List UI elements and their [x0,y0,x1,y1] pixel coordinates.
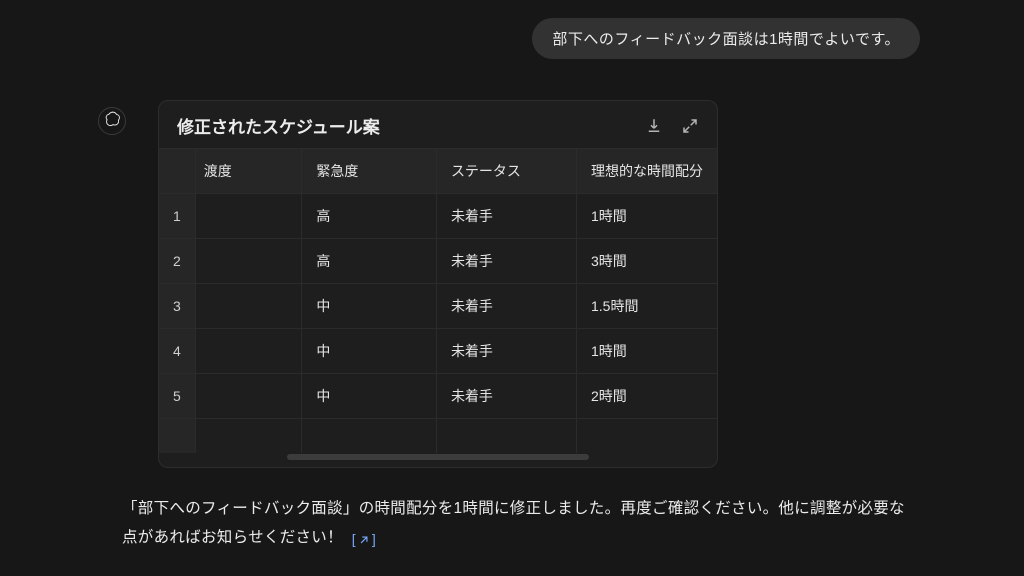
schedule-panel: 修正されたスケジュール案 渡度 緊急度 ステータス 理想的 [158,100,718,468]
col-header: ステータス [436,149,576,194]
assistant-followup-text: 「部下へのフィードバック面談」の時間配分を1時間に修正しました。再度ご確認くださ… [122,500,905,546]
row-number: 3 [159,284,195,329]
cell: 1.5時間 [577,284,718,329]
cell: 中 [302,284,437,329]
cell [195,374,302,419]
assistant-followup: 「部下へのフィードバック面談」の時間配分を1時間に修正しました。再度ご確認くださ… [122,494,912,553]
col-header: 渡度 [195,149,302,194]
schedule-table: 渡度 緊急度 ステータス 理想的な時間配分 1 高 未着手 1時間 [159,148,717,467]
cell: 高 [302,239,437,284]
cell: 1時間 [577,329,718,374]
cell: 2時間 [577,374,718,419]
table-row: 3 中 未着手 1.5時間 [159,284,717,329]
horizontal-scrollbar[interactable] [159,453,717,467]
row-number: 4 [159,329,195,374]
download-icon[interactable] [645,117,663,135]
panel-title: 修正されたスケジュール案 [177,113,380,138]
cell [302,419,437,453]
cell: 未着手 [436,194,576,239]
cell [436,419,576,453]
cell: 未着手 [436,329,576,374]
cell: 1時間 [577,194,718,239]
assistant-avatar [98,107,126,135]
cell: 未着手 [436,239,576,284]
sources-chip[interactable]: [] [348,526,377,553]
cell: 中 [302,374,437,419]
col-header: 理想的な時間配分 [577,149,718,194]
user-message-bubble: 部下へのフィードバック面談は1時間でよいです。 [532,18,920,59]
row-number: 1 [159,194,195,239]
table-row: 1 高 未着手 1時間 [159,194,717,239]
cell: 高 [302,194,437,239]
scrollbar-thumb[interactable] [287,454,589,460]
table-header-row: 渡度 緊急度 ステータス 理想的な時間配分 [159,149,717,194]
table-corner [159,149,195,194]
table-row: 2 高 未着手 3時間 [159,239,717,284]
row-number: 5 [159,374,195,419]
table-row: 5 中 未着手 2時間 [159,374,717,419]
col-header: 緊急度 [302,149,437,194]
cell [195,239,302,284]
cell: 中 [302,329,437,374]
cell [195,419,302,453]
user-message-text: 部下へのフィードバック面談は1時間でよいです。 [552,31,900,48]
cell: 未着手 [436,374,576,419]
cell: 3時間 [577,239,718,284]
cell: 未着手 [436,284,576,329]
cell [195,194,302,239]
expand-icon[interactable] [681,117,699,135]
cell [195,284,302,329]
cell [577,419,718,453]
row-number [159,419,195,453]
table-row-empty [159,419,717,453]
row-number: 2 [159,239,195,284]
openai-logo-icon [104,110,121,132]
table-row: 4 中 未着手 1時間 [159,329,717,374]
cell [195,329,302,374]
